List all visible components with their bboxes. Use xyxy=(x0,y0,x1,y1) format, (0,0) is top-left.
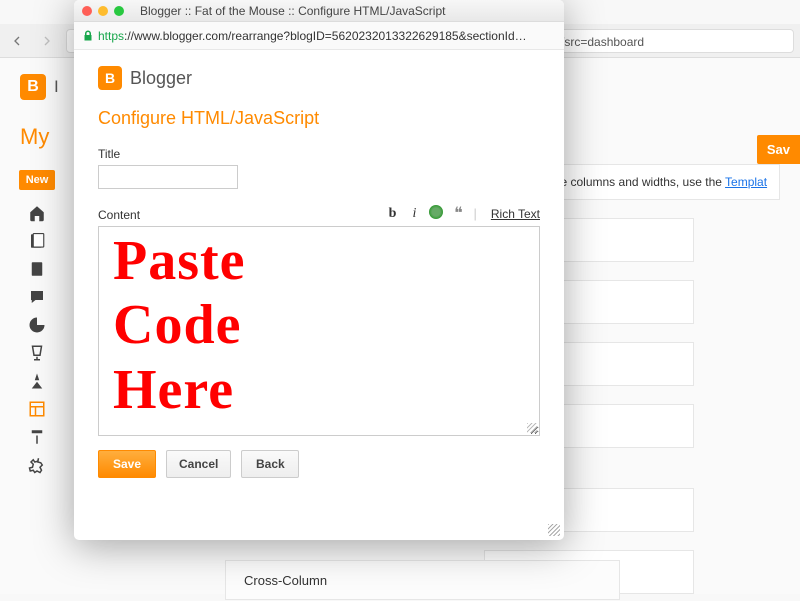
back-button[interactable]: Back xyxy=(241,450,299,478)
blogger-icon: B xyxy=(98,66,122,90)
title-label: Title xyxy=(98,147,540,161)
brand-label: Blogger xyxy=(130,68,192,89)
settings-icon[interactable] xyxy=(28,456,46,474)
url-scheme: https xyxy=(98,29,124,43)
popup-window-title: Blogger :: Fat of the Mouse :: Configure… xyxy=(140,4,445,18)
bg-save-button[interactable]: Sav xyxy=(757,135,800,164)
posts-icon[interactable] xyxy=(28,232,46,250)
lock-icon xyxy=(82,30,94,42)
button-row: Save Cancel Back xyxy=(98,450,540,478)
template-link[interactable]: Templat xyxy=(725,175,767,189)
cross-column-section: Cross-Column xyxy=(225,560,620,600)
close-window-icon[interactable] xyxy=(82,6,92,16)
configure-gadget-dialog: Blogger :: Fat of the Mouse :: Configure… xyxy=(74,0,564,540)
popup-url[interactable]: https://www.blogger.com/rearrange?blogID… xyxy=(98,29,556,43)
italic-icon[interactable]: i xyxy=(407,206,421,222)
back-icon[interactable] xyxy=(6,30,28,52)
richtext-link[interactable]: Rich Text xyxy=(491,207,540,221)
blogger-icon: B xyxy=(20,74,46,100)
new-button[interactable]: New xyxy=(19,170,56,190)
forward-icon[interactable] xyxy=(36,30,58,52)
layout-icon[interactable] xyxy=(28,400,46,418)
cross-column-label: Cross-Column xyxy=(244,573,327,588)
cancel-button[interactable]: Cancel xyxy=(166,450,231,478)
content-textarea[interactable]: Paste Code Here xyxy=(98,226,540,436)
section-title: Configure HTML/JavaScript xyxy=(98,108,540,129)
url-rest: ://www.blogger.com/rearrange?blogID=5620… xyxy=(124,29,527,43)
sidebar: New xyxy=(20,164,54,594)
campaigns-icon[interactable] xyxy=(28,372,46,390)
minimize-window-icon[interactable] xyxy=(98,6,108,16)
format-toolbar: b i ❝ | Rich Text xyxy=(385,205,540,222)
save-button[interactable]: Save xyxy=(98,450,156,478)
popup-titlebar: Blogger :: Fat of the Mouse :: Configure… xyxy=(74,0,564,22)
quote-icon[interactable]: ❝ xyxy=(451,209,465,219)
earnings-icon[interactable] xyxy=(28,344,46,362)
popup-url-row: https://www.blogger.com/rearrange?blogID… xyxy=(74,22,564,50)
toolbar-separator: | xyxy=(473,206,476,221)
content-label: Content xyxy=(98,208,140,222)
bold-icon[interactable]: b xyxy=(385,206,399,222)
comments-icon[interactable] xyxy=(28,288,46,306)
link-icon[interactable] xyxy=(429,205,443,222)
template-icon[interactable] xyxy=(28,428,46,446)
pages-icon[interactable] xyxy=(28,260,46,278)
title-input[interactable] xyxy=(98,165,238,189)
resize-handle-icon[interactable] xyxy=(548,524,560,536)
popup-logo: B Blogger xyxy=(98,66,540,90)
maximize-window-icon[interactable] xyxy=(114,6,124,16)
overview-icon[interactable] xyxy=(28,204,46,222)
stats-icon[interactable] xyxy=(28,316,46,334)
paste-overlay: Paste Code Here xyxy=(113,229,246,422)
